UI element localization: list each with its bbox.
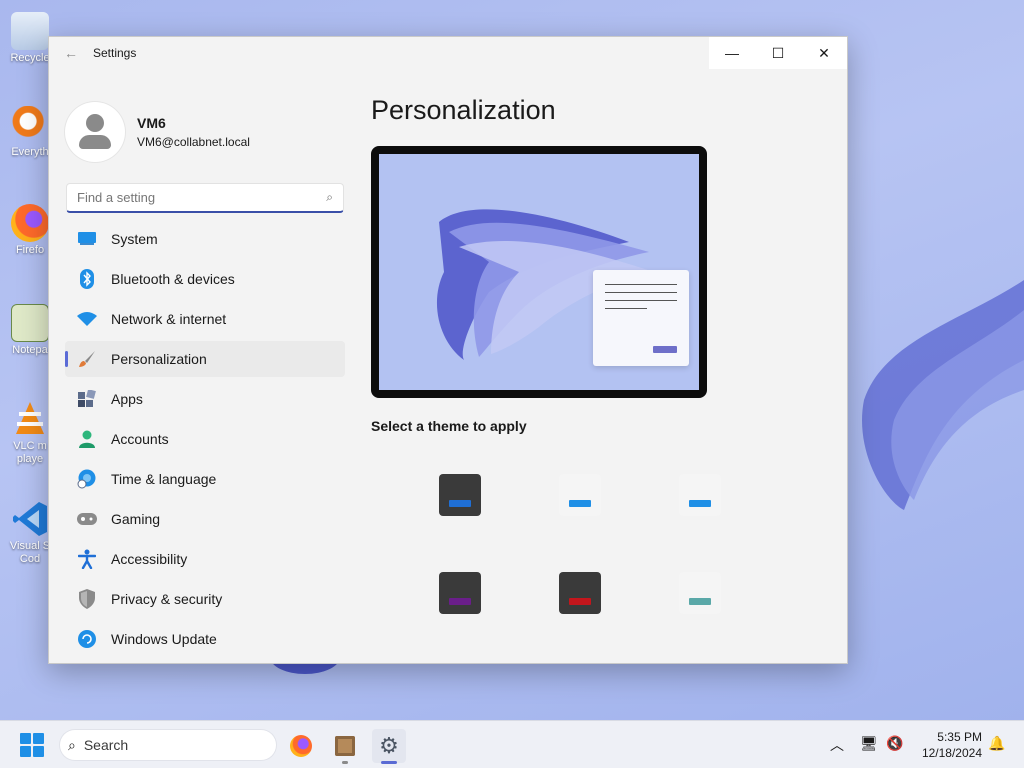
settings-window: ← Settings — ☐ ✕ VM6 VM6@collabnet.local…	[48, 36, 848, 664]
theme-option[interactable]	[439, 572, 481, 614]
apps-icon	[77, 389, 97, 409]
search-icon[interactable]: ⌕	[326, 190, 333, 205]
nav-list: System Bluetooth & devices Network & int…	[49, 221, 355, 657]
sidebar-item-label: System	[111, 231, 158, 247]
search-input[interactable]	[77, 190, 327, 205]
caption-buttons: — ☐ ✕	[709, 37, 847, 69]
network-icon[interactable]: 🖥	[860, 735, 878, 752]
sidebar: VM6 VM6@collabnet.local ⌕ System Bluetoo…	[49, 69, 355, 663]
start-button[interactable]	[20, 733, 44, 757]
everything-search-icon	[11, 106, 49, 144]
sidebar-item-label: Bluetooth & devices	[111, 271, 235, 287]
sidebar-item-bluetooth[interactable]: Bluetooth & devices	[65, 261, 345, 297]
search-box: ⌕	[66, 183, 344, 213]
accessibility-icon	[77, 549, 97, 569]
sidebar-item-personalization[interactable]: Personalization	[65, 341, 345, 377]
recycle-bin-icon	[11, 12, 49, 50]
notification-bell-icon[interactable]: 🔔	[988, 735, 1005, 752]
wallpaper-swirl	[862, 280, 1024, 510]
sidebar-item-time-language[interactable]: Time & language	[65, 461, 345, 497]
system-icon	[77, 229, 97, 249]
sidebar-item-label: Accessibility	[111, 551, 188, 567]
sidebar-item-label: Personalization	[111, 351, 207, 367]
clock[interactable]: 5:35 PM 12/18/2024	[922, 729, 982, 761]
back-button[interactable]: ←	[49, 37, 93, 69]
window-title: Settings	[93, 46, 137, 60]
sidebar-item-gaming[interactable]: Gaming	[65, 501, 345, 537]
theme-preview	[371, 146, 707, 398]
running-indicator	[342, 761, 348, 764]
sidebar-item-label: Windows Update	[111, 631, 217, 647]
notepad-icon	[11, 304, 49, 342]
sidebar-item-system[interactable]: System	[65, 221, 345, 257]
windows-logo-icon	[20, 733, 31, 744]
close-button[interactable]: ✕	[801, 37, 847, 69]
firefox-icon	[290, 735, 312, 757]
back-arrow-icon: ←	[64, 45, 78, 61]
title-bar[interactable]: ← Settings — ☐ ✕	[49, 37, 847, 69]
maximize-button[interactable]: ☐	[755, 37, 801, 69]
wifi-icon	[77, 309, 97, 329]
sidebar-item-privacy-security[interactable]: Privacy & security	[65, 581, 345, 617]
active-indicator	[381, 761, 397, 764]
taskbar-search-label: Search	[83, 737, 129, 753]
globe-clock-icon	[77, 469, 97, 489]
sidebar-item-accounts[interactable]: Accounts	[65, 421, 345, 457]
taskbar-firefox[interactable]	[284, 729, 318, 763]
minimize-button[interactable]: —	[709, 37, 755, 69]
user-profile[interactable]: VM6 VM6@collabnet.local	[49, 69, 355, 169]
gear-icon: ⚙	[379, 733, 399, 758]
minimize-icon: —	[725, 45, 739, 61]
sidebar-item-label: Gaming	[111, 511, 161, 527]
sidebar-item-label: Privacy & security	[111, 591, 223, 607]
update-icon	[77, 629, 97, 649]
sidebar-item-label: Apps	[111, 391, 143, 407]
theme-option[interactable]	[559, 572, 601, 614]
page-title: Personalization	[371, 95, 556, 125]
accounts-icon	[77, 429, 97, 449]
volume-muted-icon[interactable]: 🔇	[886, 735, 903, 752]
maximize-icon: ☐	[771, 44, 785, 61]
chevron-up-icon[interactable]: ︿	[830, 735, 844, 755]
sidebar-item-label: Accounts	[111, 431, 169, 447]
sidebar-item-network[interactable]: Network & internet	[65, 301, 345, 337]
shield-icon	[77, 589, 97, 609]
taskbar: ⌕ Search ⚙ ︿ 🖥 🔇 5:35 PM 12/18/2024 🔔	[0, 720, 1024, 768]
clock-date: 12/18/2024	[921, 746, 982, 760]
close-icon: ✕	[818, 44, 830, 61]
sidebar-item-label: Time & language	[111, 471, 217, 487]
theme-section-label: Select a theme to apply	[371, 418, 527, 434]
theme-option[interactable]	[439, 474, 481, 516]
bluetooth-icon	[77, 269, 97, 289]
sidebar-item-label: Network & internet	[111, 311, 227, 327]
vlc-icon	[11, 400, 49, 438]
profile-name: VM6	[137, 115, 166, 131]
profile-email: VM6@collabnet.local	[137, 135, 250, 149]
sidebar-item-apps[interactable]: Apps	[65, 381, 345, 417]
taskbar-settings[interactable]: ⚙	[372, 729, 406, 764]
vscode-icon	[11, 500, 49, 538]
search-icon: ⌕	[68, 736, 76, 753]
gamepad-icon	[77, 509, 97, 529]
preview-window	[593, 270, 689, 366]
taskbar-search[interactable]: ⌕ Search	[60, 730, 276, 760]
theme-option[interactable]	[559, 474, 601, 516]
avatar	[65, 102, 125, 162]
brush-icon	[77, 349, 97, 369]
main-content: Personalization Select a theme to apply	[371, 69, 847, 663]
firefox-icon	[11, 204, 49, 242]
package-icon	[335, 736, 355, 756]
sidebar-item-accessibility[interactable]: Accessibility	[65, 541, 345, 577]
theme-option[interactable]	[679, 572, 721, 614]
sidebar-item-windows-update[interactable]: Windows Update	[65, 621, 345, 657]
theme-option[interactable]	[679, 474, 721, 516]
clock-time: 5:35 PM	[937, 730, 982, 744]
taskbar-package-app[interactable]	[328, 729, 362, 764]
theme-grid	[371, 474, 847, 654]
